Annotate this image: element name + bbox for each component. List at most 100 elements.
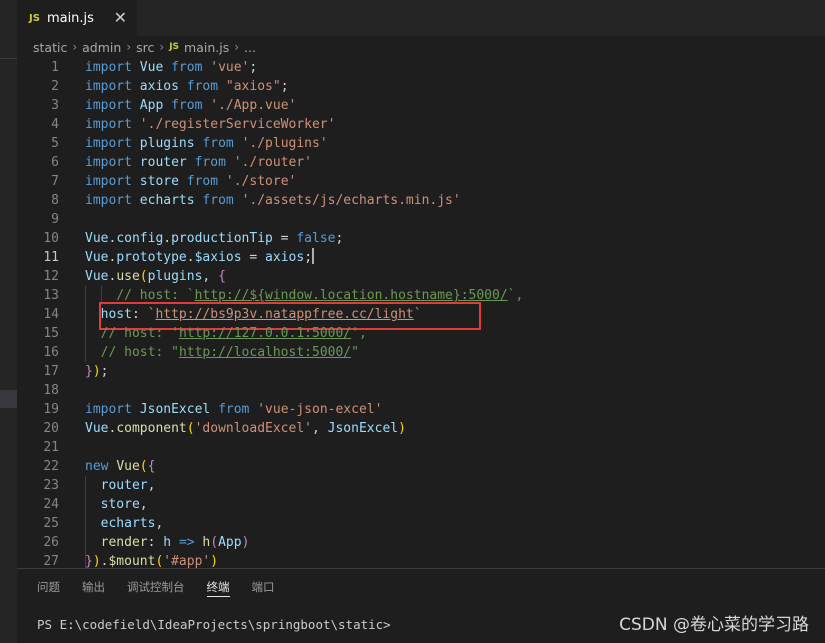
code-line[interactable]: 12 Vue.use(plugins, { — [17, 267, 825, 286]
code-line[interactable]: 19 import JsonExcel from 'vue-json-excel' — [17, 400, 825, 419]
bottom-panel: 问题 输出 调试控制台 终端 端口 PS E:\codefield\IdeaPr… — [17, 568, 825, 643]
code-token: . — [163, 231, 172, 246]
code-line[interactable]: 7 import store from './store' — [17, 172, 825, 191]
code-text: render: h => h(App) — [85, 533, 250, 552]
chevron-right-icon: › — [126, 40, 132, 54]
code-token: './assets/js/echarts.min.js' — [241, 193, 461, 208]
code-line[interactable]: 13 // host: `http://${window.location.ho… — [17, 286, 825, 305]
code-token: '#app' — [163, 554, 211, 568]
code-token: from — [186, 174, 219, 189]
code-token: plugins — [139, 136, 195, 151]
breadcrumb-item-src[interactable]: src — [136, 40, 154, 55]
code-token: App — [139, 98, 164, 113]
tab-main-js[interactable]: JS main.js ✕ — [17, 0, 137, 36]
code-line[interactable]: 26 render: h => h(App) — [17, 533, 825, 552]
code-token: ; — [100, 364, 109, 379]
line-number: 6 — [51, 155, 59, 170]
code-token: , — [155, 516, 164, 531]
javascript-file-icon: JS — [169, 42, 180, 52]
panel-tabs: 问题 输出 调试控制台 终端 端口 — [17, 569, 297, 605]
activity-bar — [0, 0, 17, 643]
tab-debug-console[interactable]: 调试控制台 — [127, 569, 185, 605]
breadcrumb-item-main-js[interactable]: main.js — [184, 40, 229, 55]
code-line[interactable]: 2 import axios from "axios"; — [17, 77, 825, 96]
tab-ports[interactable]: 端口 — [252, 569, 275, 605]
code-token: Vue — [85, 231, 109, 246]
code-line[interactable]: 5 import plugins from './plugins' — [17, 134, 825, 153]
code-token: ( — [139, 459, 148, 474]
code-line[interactable]: 14 host: `http://bs9p3v.natappfree.cc/li… — [17, 305, 825, 324]
text-cursor — [312, 248, 315, 264]
code-line[interactable]: 24 store, — [17, 495, 825, 514]
breadcrumb-item-admin[interactable]: admin — [82, 40, 121, 55]
code-line[interactable]: 9 — [17, 210, 825, 229]
code-token: import — [85, 155, 132, 170]
code-token: } — [85, 364, 93, 379]
code-token: $mount — [108, 554, 156, 568]
code-line[interactable]: 17}); — [17, 362, 825, 381]
code-line[interactable]: 20 Vue.component('downloadExcel', JsonExc… — [17, 419, 825, 438]
code-token: ` — [413, 307, 422, 322]
code-token: // host: ' — [100, 326, 179, 341]
code-token: 'vue-json-excel' — [257, 402, 383, 417]
code-token: plugins — [147, 269, 203, 284]
code-text: import plugins from './plugins' — [85, 134, 328, 153]
code-line[interactable]: 16 // host: "http://localhost:5000/" — [17, 343, 825, 362]
line-number: 14 — [43, 307, 59, 322]
tab-problems[interactable]: 问题 — [37, 569, 60, 605]
code-line[interactable]: 25 echarts, — [17, 514, 825, 533]
code-token: store — [100, 497, 140, 512]
code-token: host — [100, 307, 132, 322]
line-number: 27 — [43, 554, 59, 568]
code-text: // host: "http://localhost:5000/" — [85, 343, 359, 362]
code-token: { — [218, 269, 226, 284]
code-line[interactable]: 10 Vue.config.productionTip = false; — [17, 229, 825, 248]
code-line[interactable]: 6 import router from './router' — [17, 153, 825, 172]
code-token: ) — [241, 535, 250, 550]
breadcrumb-item-static[interactable]: static — [33, 40, 67, 55]
code-line[interactable]: 4 import './registerServiceWorker' — [17, 115, 825, 134]
code-line[interactable]: 11 Vue.prototype.$axios = axios; — [17, 248, 825, 267]
code-token: ; — [335, 231, 344, 246]
code-token: new — [85, 459, 109, 474]
terminal-prompt[interactable]: PS E:\codefield\IdeaProjects\springboot\… — [37, 617, 391, 632]
code-token: axios — [265, 250, 305, 265]
code-token: axios — [139, 79, 179, 94]
code-editor[interactable]: 1 import Vue from 'vue'; 2 import axios fro… — [17, 58, 825, 568]
code-line[interactable]: 1 import Vue from 'vue'; — [17, 58, 825, 77]
code-token: Vue — [85, 250, 109, 265]
close-icon[interactable]: ✕ — [114, 10, 127, 26]
watermark: CSDN @卷心菜的学习路 — [619, 615, 809, 635]
tab-output[interactable]: 输出 — [82, 569, 105, 605]
code-token: 'downloadExcel' — [194, 421, 312, 436]
code-token: h — [163, 535, 172, 550]
code-token: import — [85, 136, 132, 151]
tab-terminal[interactable]: 终端 — [206, 569, 230, 605]
code-line[interactable]: 27}).$mount('#app') — [17, 552, 825, 568]
code-line[interactable]: 18 — [17, 381, 825, 400]
code-line[interactable]: 23 router, — [17, 476, 825, 495]
code-text: import Vue from 'vue'; — [85, 58, 257, 77]
code-line[interactable]: 8 import echarts from './assets/js/echart… — [17, 191, 825, 210]
code-line[interactable]: 22 new Vue({ — [17, 457, 825, 476]
code-token: ; — [249, 60, 258, 75]
code-line[interactable]: 21 — [17, 438, 825, 457]
code-line[interactable]: 3 import App from './App.vue' — [17, 96, 825, 115]
code-token: './router' — [233, 155, 313, 170]
code-token: from — [218, 402, 250, 417]
code-line[interactable]: 15 // host: 'http://127.0.0.1:5000/', — [17, 324, 825, 343]
chevron-right-icon: › — [159, 40, 165, 54]
activity-indicator[interactable] — [0, 390, 17, 408]
line-number: 12 — [43, 269, 59, 284]
code-token: http://localhost:5000/ — [178, 345, 352, 360]
code-text: import App from './App.vue' — [85, 96, 296, 115]
breadcrumb-item-symbols[interactable]: ... — [244, 40, 256, 55]
